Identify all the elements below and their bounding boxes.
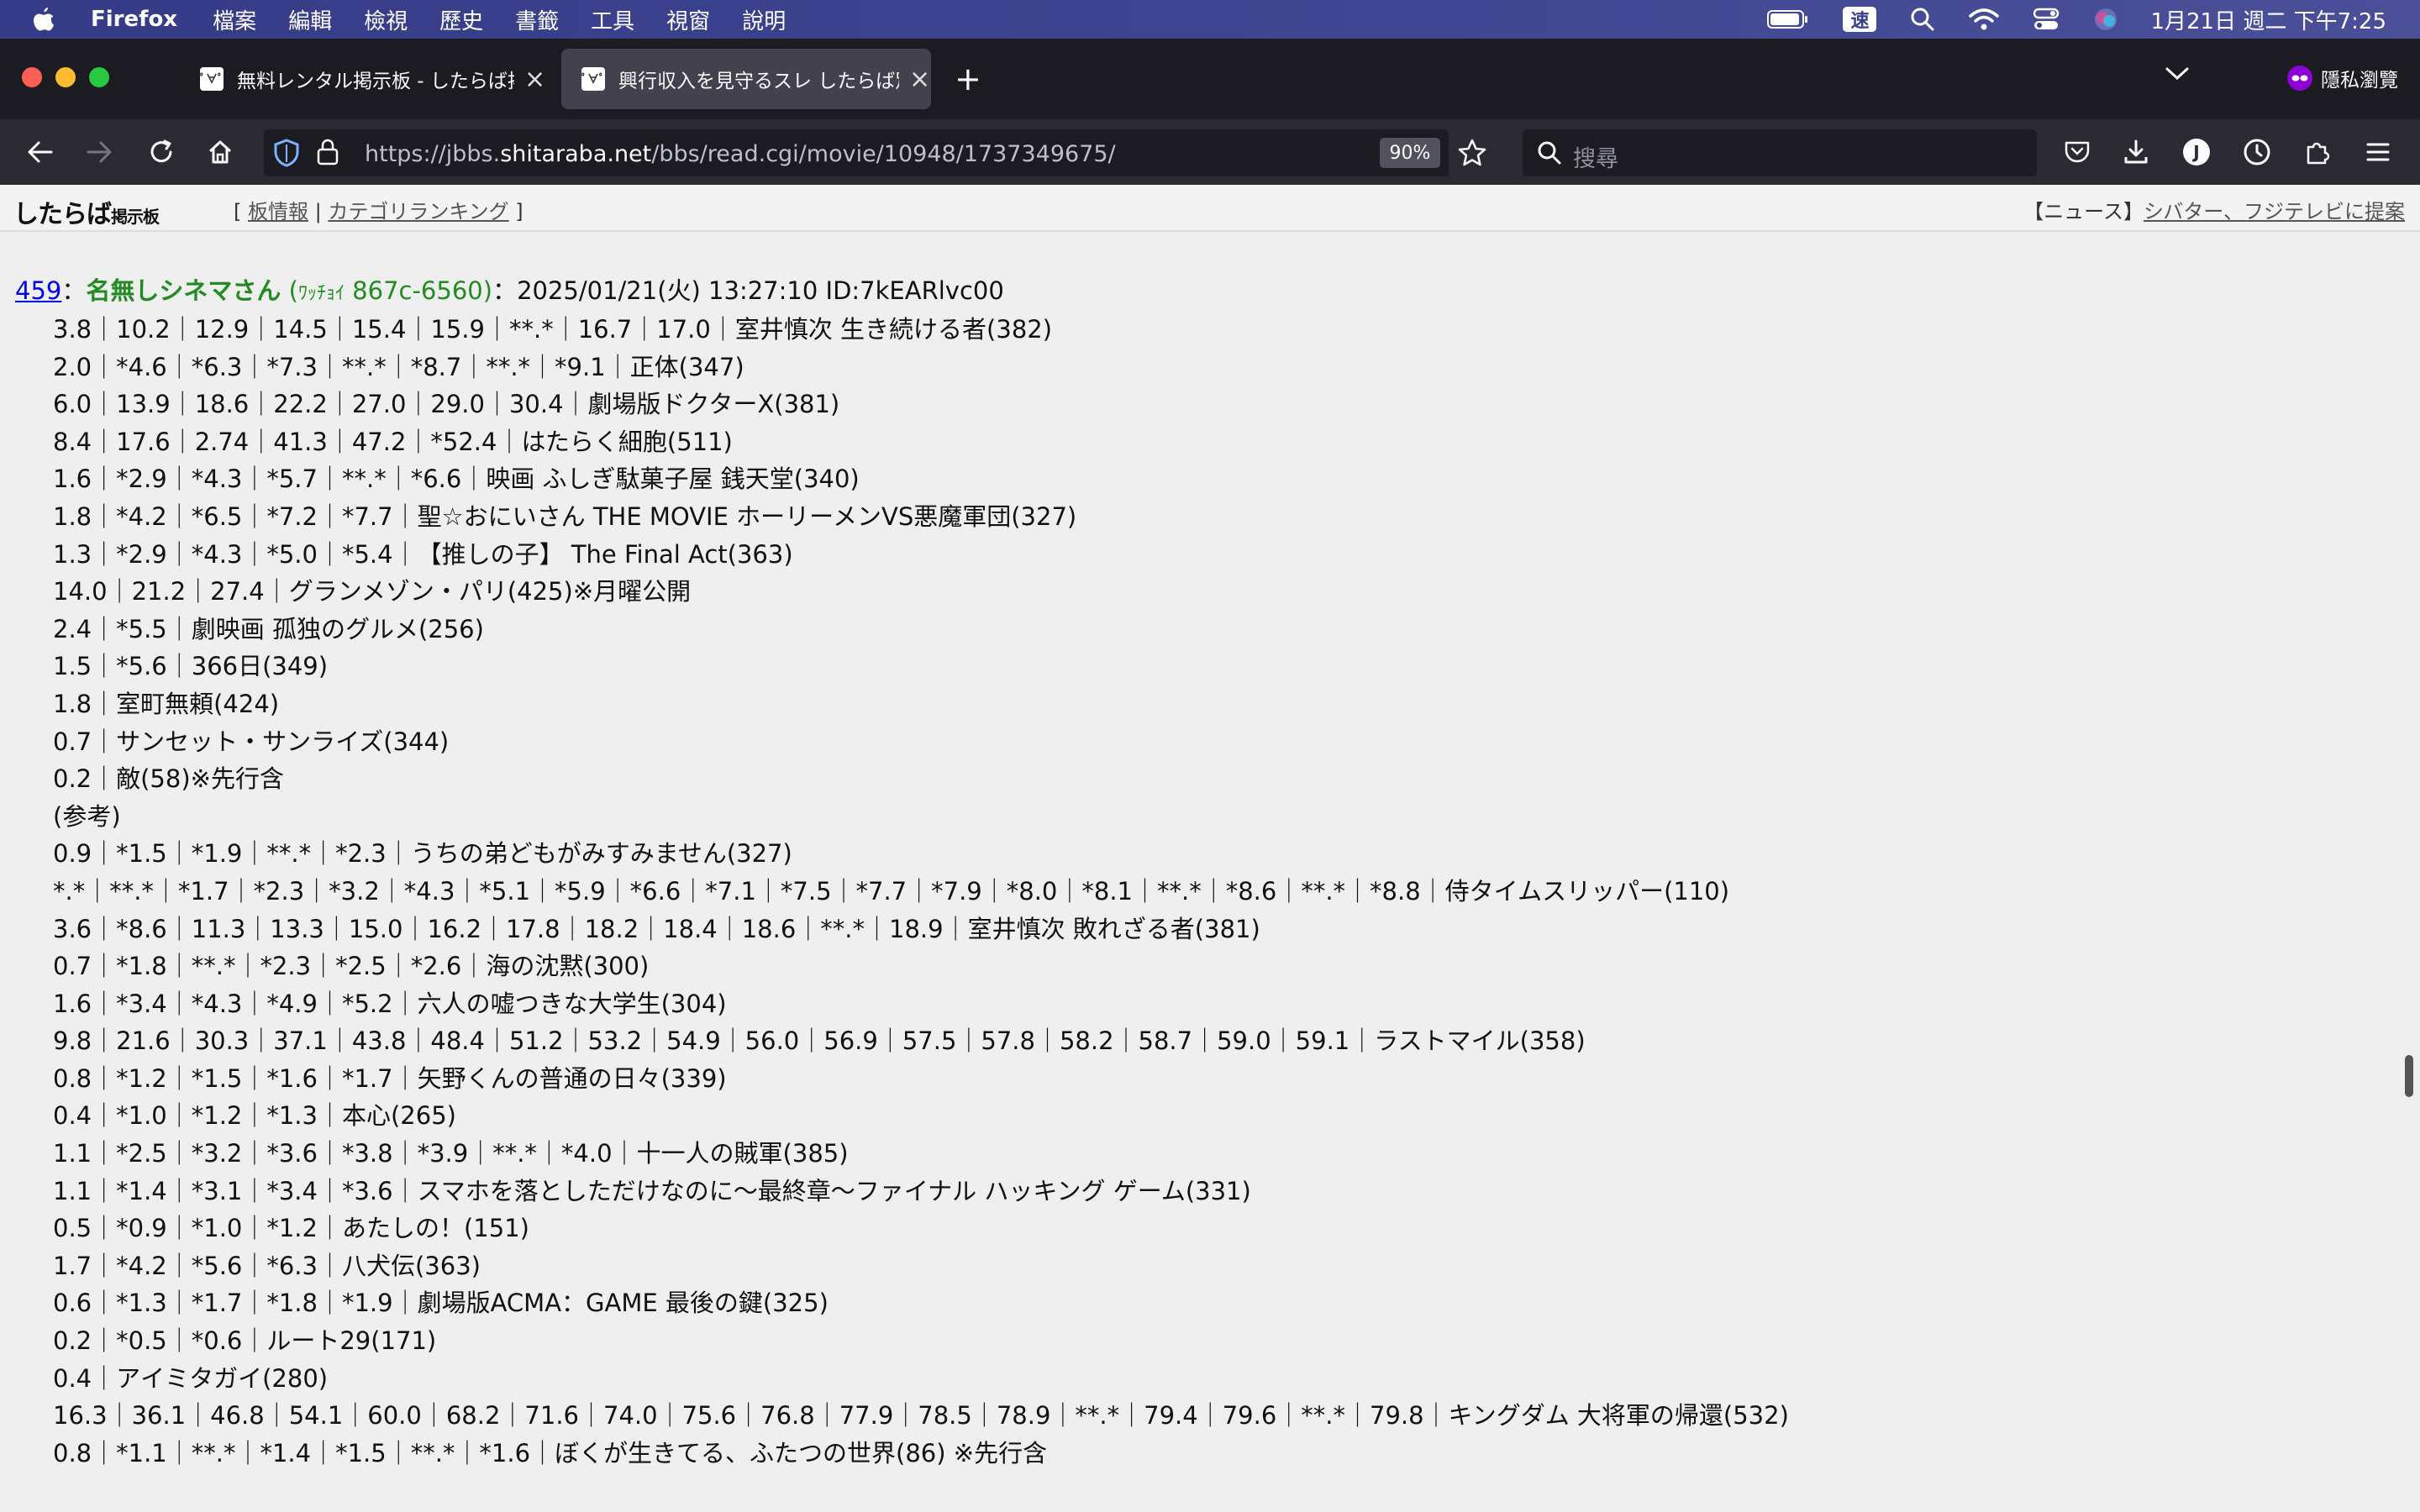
bookmark-star-icon[interactable]	[1457, 138, 1487, 171]
wifi-icon[interactable]	[1969, 8, 2000, 31]
post-number-link[interactable]: 459	[15, 276, 61, 305]
post-body-line: 0.7｜サンセット・サンライズ(344)	[53, 727, 450, 756]
menu-bookmarks[interactable]: 書籤	[515, 4, 559, 35]
new-tab-button[interactable]: +	[955, 60, 981, 97]
post-body-line: 0.7｜*1.8｜**.*｜*2.3｜*2.5｜*2.6｜海の沈黙(300)	[53, 952, 650, 981]
apple-menu-icon[interactable]	[32, 6, 69, 33]
history-clock-icon[interactable]	[2238, 134, 2275, 171]
post-body-line: 0.4｜アイミタガイ(280)	[53, 1363, 329, 1393]
post-body: 3.8｜10.2｜12.9｜14.5｜15.4｜15.9｜**.*｜16.7｜1…	[53, 311, 1789, 1472]
menu-file[interactable]: 檔案	[213, 4, 256, 35]
poster-trip: (ﾜｯﾁｮｲ 867c-6560)	[288, 276, 493, 305]
shitaraba-favicon-icon: ﾟ∀ﾟ	[200, 67, 224, 91]
search-bar[interactable]: 搜尋	[1523, 129, 2037, 176]
site-nav: [ 板情報 | カテゴリランキング ]	[234, 200, 523, 223]
home-icon[interactable]	[202, 134, 239, 171]
tab-close-icon[interactable]: ×	[909, 65, 930, 94]
private-browsing-indicator: 隱私瀏覽	[2287, 64, 2398, 92]
window-minimize-button[interactable]	[55, 67, 76, 87]
post-body-line: 1.5｜*5.6｜366日(349)	[53, 652, 329, 681]
back-arrow-icon[interactable]	[22, 134, 59, 171]
post-body-line: 9.8｜21.6｜30.3｜37.1｜43.8｜48.4｜51.2｜53.2｜5…	[53, 1026, 1586, 1056]
post-body-line: 1.6｜*2.9｜*4.3｜*5.7｜**.*｜*6.6｜映画 ふしぎ駄菓子屋 …	[53, 465, 860, 494]
post-body-line: 0.2｜*0.5｜*0.6｜ルート29(171)	[53, 1326, 437, 1356]
post-459: 459：名無しシネマさん (ﾜｯﾁｮｲ 867c-6560)：2025/01/2…	[15, 274, 1789, 1472]
post-body-line: (参考)	[53, 801, 121, 831]
battery-icon[interactable]	[1767, 9, 1809, 29]
macos-menu-bar: Firefox 檔案 編輯 檢視 歷史 書籤 工具 視窗 說明 速 1月21日 …	[0, 0, 2420, 39]
control-center-icon[interactable]	[2033, 7, 2060, 32]
zoom-level-button[interactable]: 90%	[1380, 138, 1440, 168]
post-body-line: 3.6｜*8.6｜11.3｜13.3｜15.0｜16.2｜17.8｜18.2｜1…	[53, 914, 1260, 943]
private-mask-icon	[2287, 66, 2312, 91]
site-header: したらば掲示板 [ 板情報 | カテゴリランキング ] 【ニュース】シバター、フ…	[0, 185, 2420, 232]
tab-close-icon[interactable]: ×	[524, 65, 545, 94]
tracking-protection-shield-icon[interactable]	[272, 138, 301, 171]
category-ranking-link[interactable]: カテゴリランキング	[328, 200, 508, 223]
url-text[interactable]: https://jbbs.shitaraba.net/bbs/read.cgi/…	[365, 141, 1116, 167]
siri-icon[interactable]	[2093, 7, 2118, 32]
board-info-link[interactable]: 板情報	[248, 200, 308, 223]
post-body-line: 2.4｜*5.5｜劇映画 孤独のグルメ(256)	[53, 614, 484, 643]
post-body-line: 8.4｜17.6｜2.74｜41.3｜47.2｜*52.4｜はたらく細胞(511…	[53, 427, 733, 456]
post-body-line: 1.8｜*4.2｜*6.5｜*7.2｜*7.7｜聖☆おにいさん THE MOVI…	[53, 501, 1077, 531]
extensions-puzzle-icon[interactable]	[2299, 134, 2336, 171]
account-avatar-icon[interactable]: J	[2178, 134, 2215, 171]
post-body-line: 0.8｜*1.1｜**.*｜*1.4｜*1.5｜**.*｜*1.6｜ぼくが生きて…	[53, 1438, 1048, 1467]
poster-name: 名無しシネマさん	[86, 276, 281, 305]
menu-app-firefox[interactable]: Firefox	[91, 7, 177, 32]
menu-tools[interactable]: 工具	[591, 4, 634, 35]
search-placeholder: 搜尋	[1573, 146, 1618, 172]
menu-window[interactable]: 視窗	[666, 4, 710, 35]
post-meta: ：2025/01/21(火) 13:27:10 ID:7kEARlvc00	[492, 276, 1004, 305]
menu-history[interactable]: 歷史	[439, 4, 483, 35]
post-body-line: 6.0｜13.9｜18.6｜22.2｜27.0｜29.0｜30.4｜劇場版ドクタ…	[53, 390, 840, 419]
input-method-icon[interactable]: 速	[1843, 7, 1877, 32]
reload-icon[interactable]	[143, 134, 180, 171]
post-body-line: 0.6｜*1.3｜*1.7｜*1.8｜*1.9｜劇場版ACMA：GAME 最後の…	[53, 1289, 829, 1318]
page-content: したらば掲示板 [ 板情報 | カテゴリランキング ] 【ニュース】シバター、フ…	[0, 185, 2420, 1512]
post-body-line: 0.4｜*1.0｜*1.2｜*1.3｜本心(265)	[53, 1101, 456, 1131]
news-ticker: 【ニュース】シバター、フジテレビに提案	[2023, 200, 2405, 223]
menu-help[interactable]: 說明	[742, 4, 786, 35]
shitaraba-favicon-icon: ﾟ∀ﾟ	[581, 67, 605, 91]
post-body-line: 0.2｜敵(58)※先行含	[53, 764, 284, 794]
spotlight-search-icon[interactable]	[1910, 7, 1935, 32]
lock-icon[interactable]	[316, 138, 339, 170]
post-body-line: 14.0｜21.2｜27.4｜グランメゾン・パリ(425)※月曜公開	[53, 577, 692, 606]
post-body-line: 3.8｜10.2｜12.9｜14.5｜15.4｜15.9｜**.*｜16.7｜1…	[53, 315, 1053, 344]
post-body-line: 0.5｜*0.9｜*1.0｜*1.2｜あたしの！(151)	[53, 1214, 529, 1243]
post-body-line: 1.3｜*2.9｜*4.3｜*5.0｜*5.4｜【推しの子】 The Final…	[53, 539, 793, 569]
post-body-line: 16.3｜36.1｜46.8｜54.1｜60.0｜68.2｜71.6｜74.0｜…	[53, 1401, 1789, 1431]
post-body-line: 0.9｜*1.5｜*1.9｜**.*｜*2.3｜うちの弟どもがみすみません(32…	[53, 839, 792, 869]
post-header: 459：名無しシネマさん (ﾜｯﾁｮｲ 867c-6560)：2025/01/2…	[15, 276, 1004, 305]
list-all-tabs-chevron-down-icon[interactable]	[2165, 66, 2190, 86]
downloads-icon[interactable]	[2118, 134, 2154, 171]
scrollbar-thumb[interactable]	[2405, 1055, 2413, 1097]
post-body-line: 1.1｜*1.4｜*3.1｜*3.4｜*3.6｜スマホを落としただけなのに〜最終…	[53, 1176, 1251, 1205]
post-body-line: 0.8｜*1.2｜*1.5｜*1.6｜*1.7｜矢野くんの普通の日々(339)	[53, 1063, 727, 1093]
window-zoom-button[interactable]	[89, 67, 109, 87]
shitaraba-logo[interactable]: したらば掲示板	[13, 193, 160, 230]
news-link[interactable]: シバター、フジテレビに提案	[2144, 200, 2405, 223]
menubar-clock[interactable]: 1月21日 週二 下午7:25	[2150, 4, 2386, 35]
post-body-line: 1.7｜*4.2｜*5.6｜*6.3｜八犬伝(363)	[53, 1251, 481, 1280]
menu-edit[interactable]: 編輯	[288, 4, 332, 35]
address-bar[interactable]: https://jbbs.shitaraba.net/bbs/read.cgi/…	[264, 129, 1486, 176]
post-body-line: 2.0｜*4.6｜*6.3｜*7.3｜**.*｜*8.7｜**.*｜*9.1｜正…	[53, 352, 744, 381]
post-body-line: 1.8｜室町無頼(424)	[53, 689, 280, 718]
window-close-button[interactable]	[22, 67, 42, 87]
hamburger-menu-icon[interactable]	[2360, 134, 2396, 171]
tab-kogyo-thread[interactable]: ﾟ∀ﾟ 興行収入を見守るスレ したらば別館 ×	[561, 49, 931, 109]
menu-view[interactable]: 檢視	[364, 4, 408, 35]
navigation-toolbar: https://jbbs.shitaraba.net/bbs/read.cgi/…	[0, 119, 2420, 185]
tab-shitaraba-rental[interactable]: ﾟ∀ﾟ 無料レンタル掲示板 - したらば掲示板 ×	[180, 49, 546, 109]
search-icon	[1536, 139, 1563, 170]
forward-arrow-icon[interactable]	[81, 134, 118, 171]
svg-text:J: J	[2191, 142, 2199, 162]
pocket-icon[interactable]	[2059, 134, 2096, 171]
post-body-line: *.*｜**.*｜*1.7｜*2.3｜*3.2｜*4.3｜*5.1｜*5.9｜*…	[53, 876, 1730, 906]
post-body-line: 1.6｜*3.4｜*4.3｜*4.9｜*5.2｜六人の嘘つきな大学生(304)	[53, 989, 727, 1018]
post-body-line: 1.1｜*2.5｜*3.2｜*3.6｜*3.8｜*3.9｜**.*｜*4.0｜十…	[53, 1139, 849, 1168]
